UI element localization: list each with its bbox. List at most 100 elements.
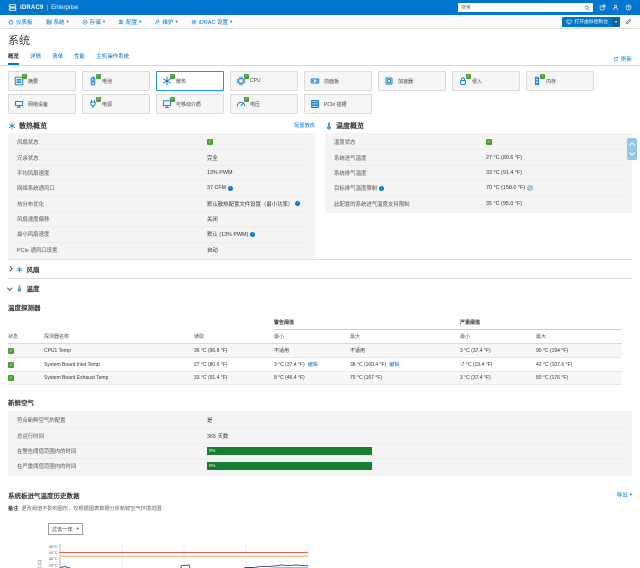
scroll-down-icon[interactable] xyxy=(629,150,635,156)
group-header-warning: 警告阈值 xyxy=(274,316,460,330)
thermometer-section-glyph xyxy=(16,285,23,292)
row-label: 符合新鲜空气的配置 xyxy=(17,416,207,424)
page-title: 系统 xyxy=(8,32,632,48)
menu-item-system[interactable]: 系统▾ xyxy=(46,18,69,26)
tile-removable-media[interactable]: ✓可移动介质 xyxy=(156,94,224,114)
refresh-link[interactable]: 刷新 xyxy=(613,55,632,65)
topbar-right xyxy=(458,3,632,12)
open-virtual-console-button[interactable]: 打开虚拟控制台 ▾ xyxy=(562,17,620,27)
tile-network-devices[interactable]: 网络设备 xyxy=(8,94,76,114)
export-dropdown[interactable]: 导出 ▾ xyxy=(617,491,632,499)
brand: iDRAC9 | Enterprise xyxy=(8,3,78,12)
edit-threshold-link[interactable]: 编辑 xyxy=(389,361,399,368)
healthy-icon: ✓ xyxy=(486,139,492,145)
row-value: 完全 xyxy=(207,154,218,162)
tile-voltages[interactable]: ✓电压 xyxy=(230,94,298,114)
info-icon[interactable]: i xyxy=(228,186,233,191)
info-icon[interactable]: i xyxy=(379,186,384,191)
search-icon[interactable] xyxy=(584,5,590,11)
cooling-overview-panel: 散热概览 配置散热 风扇状态✓冗余状态完全平均风扇速度13% PWM网络系统通风… xyxy=(8,120,315,259)
healthy-badge: ✓ xyxy=(466,74,471,79)
table-cell: CPU1 Temp xyxy=(44,344,194,358)
time-range-select[interactable]: 过去一年 ▾ xyxy=(48,523,83,535)
wrench-icon xyxy=(286,123,292,129)
info-icon[interactable]: i xyxy=(295,201,300,206)
table-cell: 80 °C (176 °F) xyxy=(536,372,622,385)
menu-item-configuration[interactable]: 配置▾ xyxy=(118,18,141,26)
row-label: 总运行时间 xyxy=(17,432,207,440)
edit-value-icon[interactable] xyxy=(527,185,533,191)
table-cell: 不适用 xyxy=(350,344,460,358)
tile-cooling[interactable]: ✓散热 xyxy=(156,71,224,91)
tab-host-os[interactable]: 主机操作系统 xyxy=(96,50,129,65)
row-value: 自动 xyxy=(207,246,218,254)
tile-power[interactable]: ✓电源 xyxy=(82,94,150,114)
tile-memory[interactable]: ✓内存 xyxy=(526,71,594,91)
menu-item-maintenance[interactable]: 维护▾ xyxy=(154,18,177,26)
home-icon xyxy=(8,19,14,25)
tab-inventory[interactable]: 清单 xyxy=(52,50,63,65)
row-label: 平均风扇速度 xyxy=(17,169,207,177)
healthy-icon: ✓ xyxy=(8,375,14,381)
tile-label: 内存 xyxy=(546,78,556,85)
row-label: 最小风扇速度 xyxy=(17,230,207,238)
brand-edition: Enterprise xyxy=(51,5,78,11)
edit-pencil-icon[interactable] xyxy=(625,18,632,25)
history-note: 备注更改阈值不影响图形，仅根据图表数据分析新鲜空气环境范围 xyxy=(8,505,632,512)
inlet-temp-history-chart: 49°C42°C35°C28°C21°C14°C7°C0°C08-202311-… xyxy=(36,539,316,568)
tile-intrusion[interactable]: ✓侵入 xyxy=(452,71,520,91)
network-icon xyxy=(14,99,24,109)
help-icon[interactable] xyxy=(625,4,632,11)
refresh-label: 刷新 xyxy=(621,55,632,63)
tile-label: 电源 xyxy=(102,101,112,108)
menu-item-idrac-settings[interactable]: iDRAC 设置▾ xyxy=(191,18,233,26)
console-dropdown-caret[interactable]: ▾ xyxy=(612,17,620,27)
fans-section-header[interactable]: 风扇 xyxy=(8,259,632,278)
edit-threshold-link[interactable]: 编辑 xyxy=(308,361,318,368)
row-value: 37 CFMi xyxy=(207,185,233,191)
chevron-down-icon: ▾ xyxy=(175,20,177,24)
chevron-down-icon: ▾ xyxy=(103,20,105,24)
time-range-value: 过去一年 xyxy=(52,526,73,533)
row-value: 关闭 xyxy=(207,215,218,223)
info-icon[interactable]: i xyxy=(250,232,255,237)
row-value: 是 xyxy=(207,416,212,424)
temperature-probes-title: 温度探测器 xyxy=(8,302,632,312)
menu-item-dashboard[interactable]: 仪表板 xyxy=(8,18,33,26)
user-glyph xyxy=(612,4,619,11)
export-label: 导出 xyxy=(617,491,628,499)
threshold-time-bar: 0% xyxy=(207,447,372,455)
tile-battery[interactable]: ✓电池 xyxy=(82,71,150,91)
tile-label: 可移动介质 xyxy=(176,101,201,108)
group-header-critical: 严重阈值 xyxy=(460,316,622,330)
tile-summary[interactable]: ✓摘要 xyxy=(8,71,76,91)
tabs: 概览详情清单性能主机操作系统 xyxy=(8,50,129,65)
scroll-up-icon[interactable] xyxy=(629,142,635,148)
tile-cpu[interactable]: ✓CPU xyxy=(230,71,298,91)
search-box[interactable] xyxy=(458,3,593,12)
temperature-row-4: 此配置的系统进气温度支持限制35 °C (95.0 °F) xyxy=(334,197,623,211)
column-header: 最小 xyxy=(460,330,536,344)
tab-performance[interactable]: 性能 xyxy=(74,50,85,65)
history-note-prefix: 备注 xyxy=(8,506,18,512)
temperature-section-header[interactable]: 温度 xyxy=(8,278,632,297)
tile-pcie-slots[interactable]: PCIe 插槽 xyxy=(304,94,372,114)
threshold-time-bar: 0% xyxy=(207,462,372,470)
scroll-widget[interactable] xyxy=(627,138,637,160)
row-label: PCIe 通风口设置 xyxy=(17,246,207,254)
table-cell: 36 °C (96.8 °F) xyxy=(194,344,274,358)
tile-accelerators[interactable]: 加速器 xyxy=(378,71,446,91)
temperature-overview-title: 温度概览 xyxy=(336,121,364,131)
tile-front-panel[interactable]: 前面板 xyxy=(304,71,372,91)
configure-cooling-link[interactable]: 配置散热 xyxy=(286,122,315,129)
tab-details[interactable]: 详情 xyxy=(30,50,41,65)
fresh-air-row-2: 在警告阈值范围内的时间0% xyxy=(17,444,623,459)
cooling-overview-title: 散热概览 xyxy=(19,121,47,131)
temperature-section-label: 温度 xyxy=(27,283,40,293)
disk-icon xyxy=(82,19,88,25)
open-in-new-icon[interactable] xyxy=(599,4,606,11)
menu-item-storage[interactable]: 存储▾ xyxy=(82,18,105,26)
user-icon[interactable] xyxy=(612,4,619,11)
tab-overview[interactable]: 概览 xyxy=(8,50,19,65)
search-input[interactable] xyxy=(461,5,584,11)
